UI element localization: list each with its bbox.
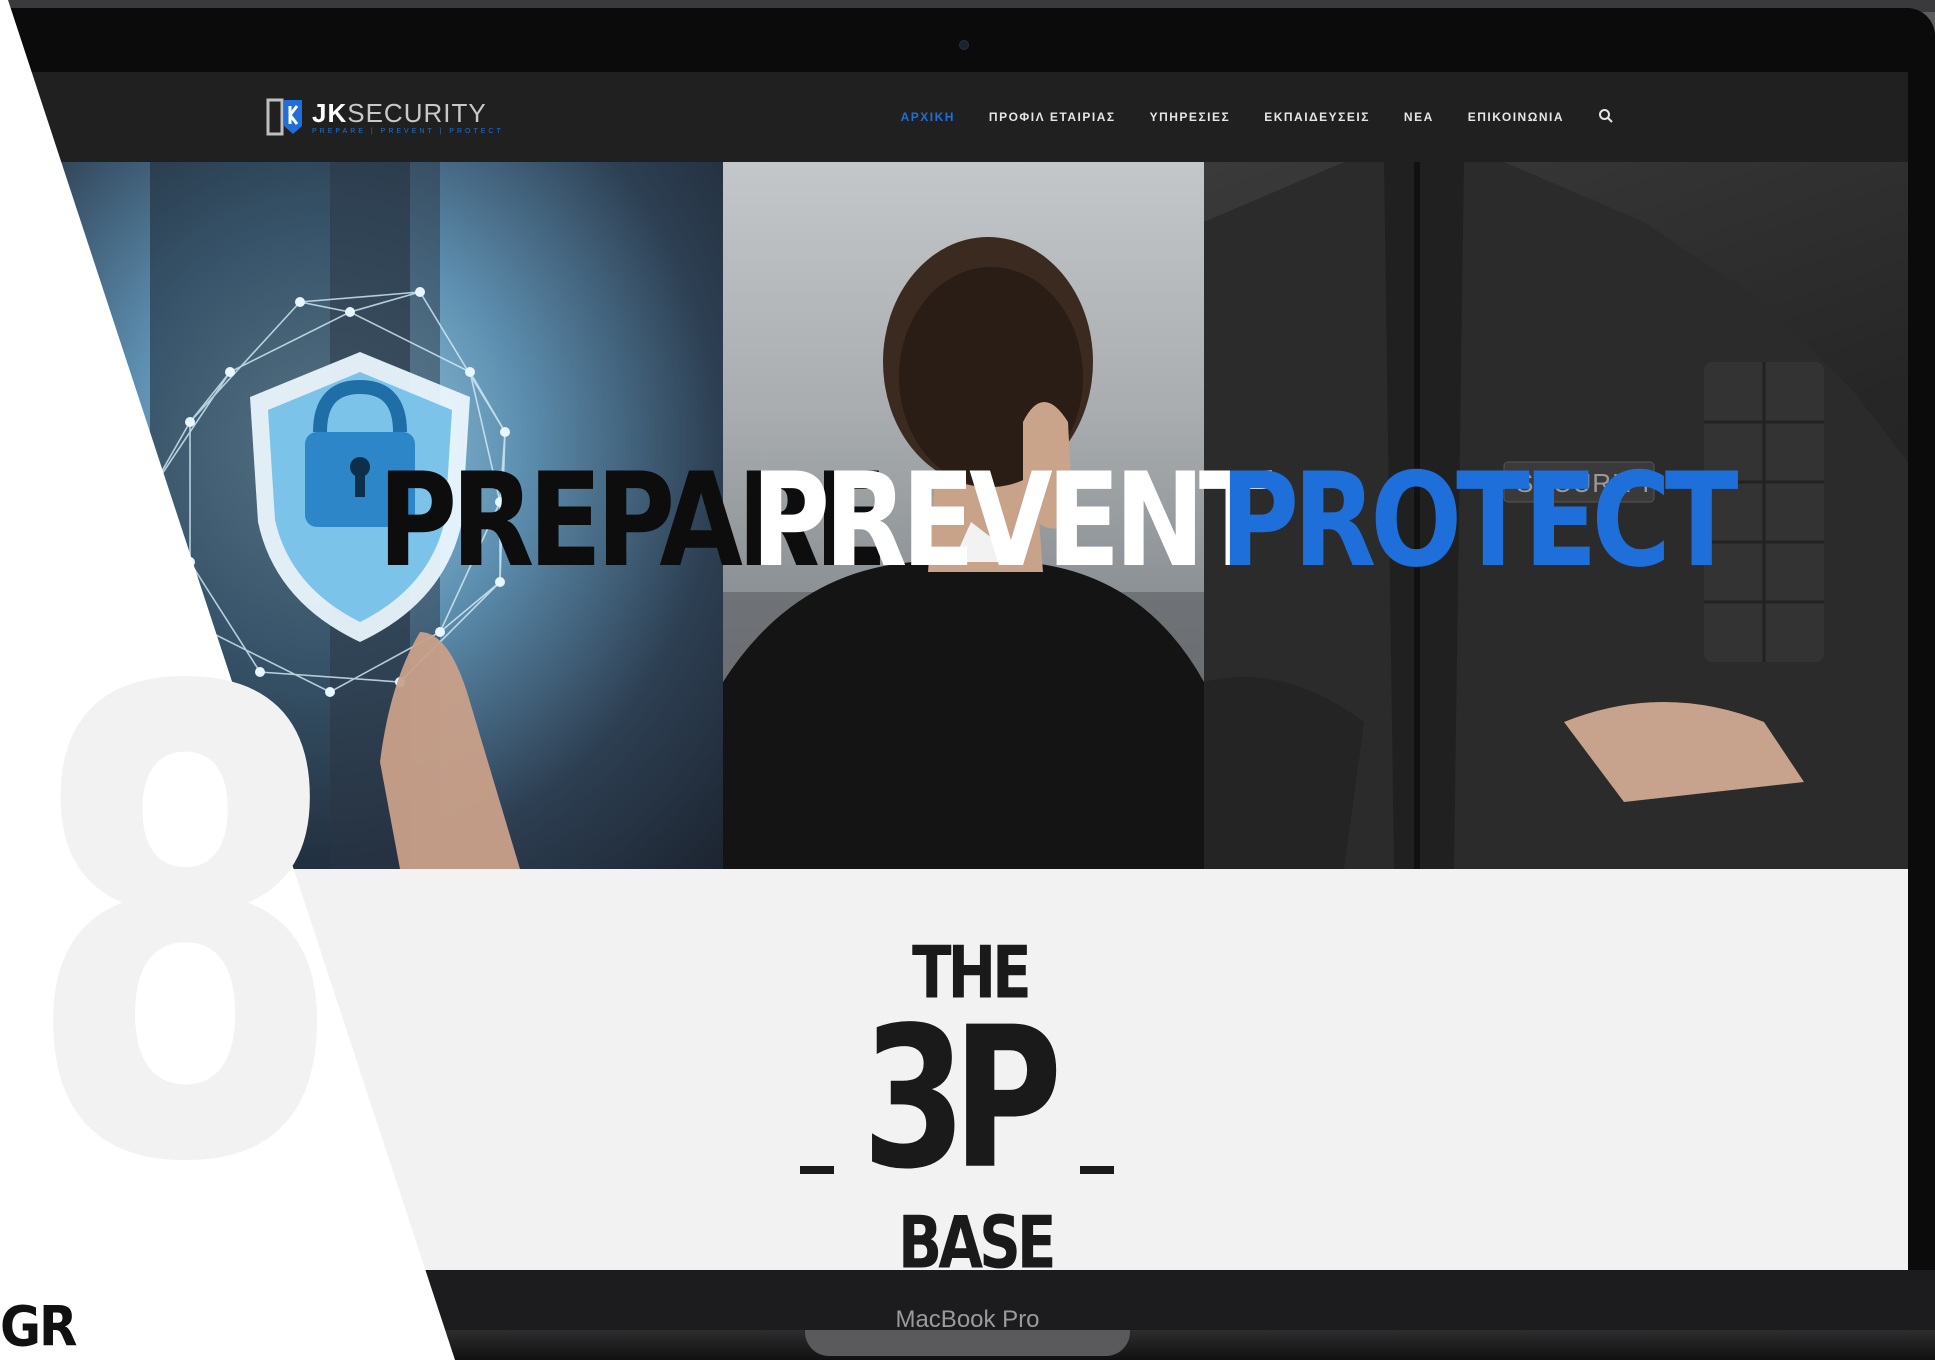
logo-base-text: BASE: [898, 1200, 1056, 1270]
logo-tagline: PREPARE | PREVENT | PROTECT: [312, 128, 504, 135]
main-nav: ΑΡΧΙΚΗ ΠΡΟΦΙΛ ΕΤΑΙΡΙΑΣ ΥΠΗΡΕΣΙΕΣ ΕΚΠΑΙΔΕ…: [901, 108, 1616, 126]
corner-text: GR: [0, 1295, 78, 1359]
logo-brand-light: SECURITY: [347, 98, 487, 128]
site-header: JKSECURITY PREPARE | PREVENT | PROTECT Α…: [0, 72, 1908, 162]
camera-icon: [959, 40, 969, 50]
nav-item-contact[interactable]: ΕΠΙΚΟΙΝΩΝΙΑ: [1468, 110, 1564, 124]
large-number: 8: [25, 557, 346, 1302]
hero-word-prevent: PREVENT: [751, 446, 1273, 597]
hero-word-protect: PROTECT: [1220, 446, 1739, 597]
shield-logo-icon: [266, 96, 304, 138]
nav-item-services[interactable]: ΥΠΗΡΕΣΙΕΣ: [1150, 110, 1231, 124]
logo-3p-text: 3P: [862, 986, 1062, 1213]
logo-dash-right: [1080, 1166, 1114, 1174]
nav-item-trainings[interactable]: ΕΚΠΑΙΔΕΥΣΕΙΣ: [1264, 110, 1370, 124]
nav-item-home[interactable]: ΑΡΧΙΚΗ: [901, 110, 955, 124]
laptop-notch: [805, 1330, 1130, 1356]
nav-item-company-profile[interactable]: ΠΡΟΦΙΛ ΕΤΑΙΡΙΑΣ: [989, 110, 1116, 124]
three-p-base-logo: THE 3P BASE: [780, 930, 1140, 1270]
site-logo[interactable]: JKSECURITY PREPARE | PREVENT | PROTECT: [266, 94, 504, 140]
logo-dash-left: [800, 1166, 834, 1174]
nav-item-news[interactable]: ΝΕΑ: [1404, 110, 1434, 124]
search-icon[interactable]: [1598, 108, 1616, 126]
logo-brand-bold: JK: [312, 98, 348, 128]
